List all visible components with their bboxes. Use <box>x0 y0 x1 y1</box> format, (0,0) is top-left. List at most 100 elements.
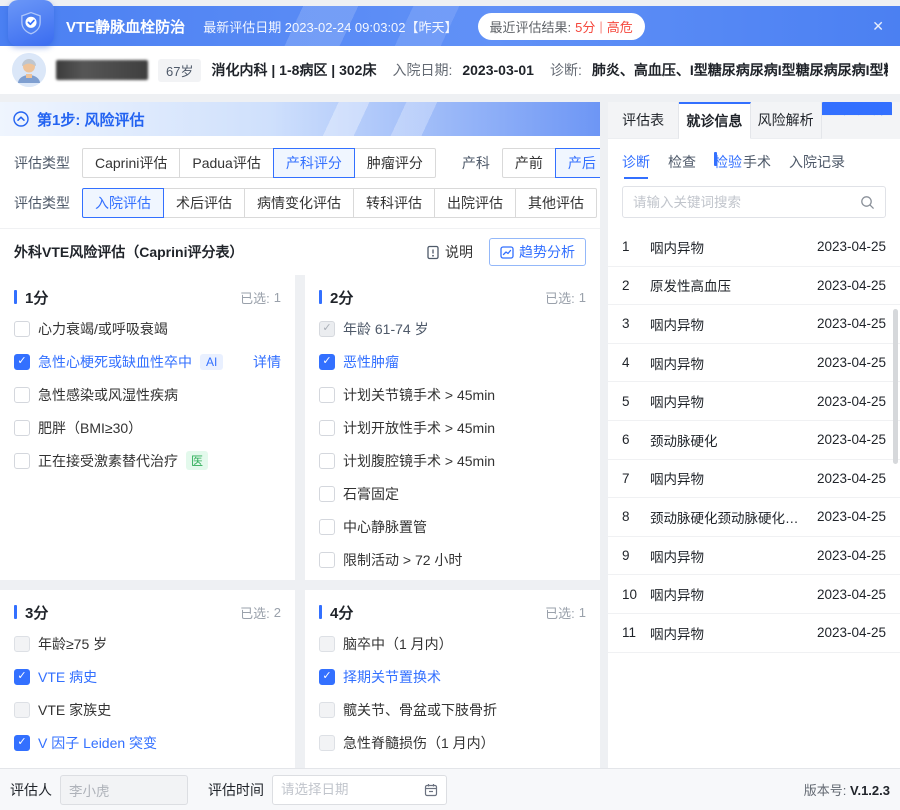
accent-bar <box>319 605 322 619</box>
caprini-item[interactable]: 恶性肿瘤 <box>319 345 586 378</box>
checkbox-icon[interactable] <box>319 420 335 436</box>
checkbox-icon[interactable] <box>14 636 30 652</box>
filter-transfer-button[interactable]: 转科评估 <box>353 188 435 218</box>
list-item[interactable]: 11咽内异物2023-04-25 <box>608 614 900 653</box>
filter-obstetric-score-button[interactable]: 产科评分 <box>273 148 355 178</box>
subtab-exam[interactable]: 检查 <box>668 152 696 172</box>
caprini-item[interactable]: 急性感染或风湿性疾病 <box>14 378 281 411</box>
item-label: V 因子 Leiden 突变 <box>38 733 157 753</box>
list-item[interactable]: 2原发性高血压2023-04-25 <box>608 267 900 306</box>
filter-tumor-score-button[interactable]: 肿瘤评分 <box>354 148 436 178</box>
subtab-admission-record[interactable]: 入院记录 <box>789 152 845 172</box>
checkbox-icon[interactable] <box>319 453 335 469</box>
subtab-diagnosis[interactable]: 诊断 <box>622 152 650 172</box>
checkbox-icon[interactable] <box>319 354 335 370</box>
filter-other-button[interactable]: 其他评估 <box>515 188 597 218</box>
caprini-item[interactable]: 石膏固定 <box>319 477 586 510</box>
caprini-item[interactable]: V 因子 Leiden 突变 <box>14 726 281 759</box>
caprini-item[interactable]: 中心静脉置管 <box>319 510 586 543</box>
checkbox-icon[interactable] <box>319 519 335 535</box>
caprini-item[interactable]: 计划关节镜手术 > 45min <box>319 378 586 411</box>
checkbox-icon[interactable] <box>319 669 335 685</box>
filter-postop-button[interactable]: 术后评估 <box>163 188 245 218</box>
subtab-surgery[interactable]: 手术 <box>743 152 771 172</box>
item-label: 急性心梗死或缺血性卒中 <box>38 352 192 372</box>
checkbox-icon[interactable] <box>319 702 335 718</box>
list-item[interactable]: 7咽内异物2023-04-25 <box>608 460 900 499</box>
checkbox-icon[interactable] <box>319 321 335 337</box>
checkbox-icon[interactable] <box>14 453 30 469</box>
tab-visit-info[interactable]: 就诊信息 <box>679 102 750 139</box>
checkbox-icon[interactable] <box>14 669 30 685</box>
caprini-item[interactable]: 凝血酶原 20210A 突变 <box>14 759 281 768</box>
caprini-item[interactable]: 择期关节置换术 <box>319 660 586 693</box>
checkbox-icon[interactable] <box>14 735 30 751</box>
checkbox-icon[interactable] <box>319 636 335 652</box>
trend-analysis-button[interactable]: 趋势分析 <box>489 238 586 266</box>
detail-link[interactable]: 详情 <box>253 352 281 372</box>
caprini-item[interactable]: 急性心梗死或缺血性卒中 AI 详情 <box>14 345 281 378</box>
caprini-item[interactable]: 脑卒中（1 月内） <box>319 627 586 660</box>
search-input[interactable] <box>633 195 852 210</box>
filter-caprini-button[interactable]: Caprini评估 <box>82 148 180 178</box>
checkbox-icon[interactable] <box>319 387 335 403</box>
list-item[interactable]: 10咽内异物2023-04-25 <box>608 575 900 614</box>
checkbox-icon[interactable] <box>14 354 30 370</box>
trend-chart-icon <box>500 246 514 259</box>
caprini-item[interactable]: 年龄 61-74 岁 <box>319 312 586 345</box>
caprini-item[interactable]: 心力衰竭/或呼吸衰竭 <box>14 312 281 345</box>
checkbox-icon[interactable] <box>14 387 30 403</box>
list-item[interactable]: 3咽内异物2023-04-25 <box>608 305 900 344</box>
filter-condition-change-button[interactable]: 病情变化评估 <box>244 188 354 218</box>
filter-discharge-button[interactable]: 出院评估 <box>434 188 516 218</box>
checkbox-icon[interactable] <box>319 552 335 568</box>
caprini-item[interactable]: 正在接受激素替代治疗 医 <box>14 444 281 477</box>
checkbox-icon[interactable] <box>319 735 335 751</box>
list-item[interactable]: 1咽内异物2023-04-25 <box>608 228 900 267</box>
list-item[interactable]: 6颈动脉硬化2023-04-25 <box>608 421 900 460</box>
subtab-lab[interactable]: 检验 <box>714 152 717 166</box>
filter-prenatal-button[interactable]: 产前 <box>502 148 556 178</box>
item-label: 肥胖（BMI≥30） <box>38 418 142 438</box>
date-input[interactable] <box>281 782 418 797</box>
caprini-item[interactable]: 肥胖（BMI≥30） <box>14 411 281 444</box>
caprini-item[interactable]: 髋关节、骨盆或下肢骨折 <box>319 693 586 726</box>
caprini-item[interactable]: 限制活动 > 72 小时 <box>319 543 586 576</box>
list-item[interactable]: 4咽内异物2023-04-25 <box>608 344 900 383</box>
tab-trend-analysis[interactable]: 趋势分析 <box>822 102 892 116</box>
patient-avatar <box>12 53 46 87</box>
search-icon[interactable] <box>860 195 875 210</box>
tab-assessment-sheet[interactable]: 评估表 <box>608 102 679 139</box>
item-label: 正在接受激素替代治疗 <box>38 451 178 471</box>
close-icon[interactable]: ✕ <box>872 19 884 33</box>
filter-padua-button[interactable]: Padua评估 <box>179 148 273 178</box>
tab-risk-analysis[interactable]: 风险解析 <box>751 102 822 139</box>
row-name: 咽内异物 <box>650 391 817 411</box>
app-logo-shield-icon <box>8 0 54 46</box>
list-item[interactable]: 8颈动脉硬化颈动脉硬化颈...2023-04-25 <box>608 498 900 537</box>
caprini-item[interactable]: VTE 家族史 <box>14 693 281 726</box>
caprini-item[interactable]: 计划腹腔镜手术 > 45min <box>319 444 586 477</box>
scrollbar-thumb[interactable] <box>893 309 898 464</box>
item-label: 择期关节置换术 <box>343 667 441 687</box>
caprini-item[interactable]: VTE 病史 <box>14 660 281 693</box>
caprini-item[interactable]: 计划开放性手术 > 45min <box>319 411 586 444</box>
collapse-icon[interactable] <box>13 111 29 127</box>
list-item[interactable]: 5咽内异物2023-04-25 <box>608 382 900 421</box>
checkbox-icon[interactable] <box>319 486 335 502</box>
item-label: VTE 病史 <box>38 667 97 687</box>
vte-window: VTE静脉血栓防治 最新评估日期 2023-02-24 09:03:02【昨天】… <box>0 0 900 810</box>
filter-postnatal-button[interactable]: 产后 <box>555 148 600 178</box>
caprini-item[interactable]: 年龄≥75 岁 <box>14 627 281 660</box>
checkbox-icon[interactable] <box>14 420 30 436</box>
checkbox-icon[interactable] <box>14 321 30 337</box>
checkbox-icon[interactable] <box>14 702 30 718</box>
caprini-item[interactable]: 急性脊髓损伤（1 月内） <box>319 726 586 759</box>
filter-admission-button[interactable]: 入院评估 <box>82 188 164 218</box>
list-item[interactable]: 9咽内异物2023-04-25 <box>608 537 900 576</box>
assessor-input[interactable] <box>60 775 188 805</box>
calendar-icon[interactable] <box>424 783 438 797</box>
checkbox-icon[interactable] <box>14 768 30 769</box>
assess-time-picker[interactable] <box>272 775 447 805</box>
help-button[interactable]: 说明 <box>426 242 473 262</box>
